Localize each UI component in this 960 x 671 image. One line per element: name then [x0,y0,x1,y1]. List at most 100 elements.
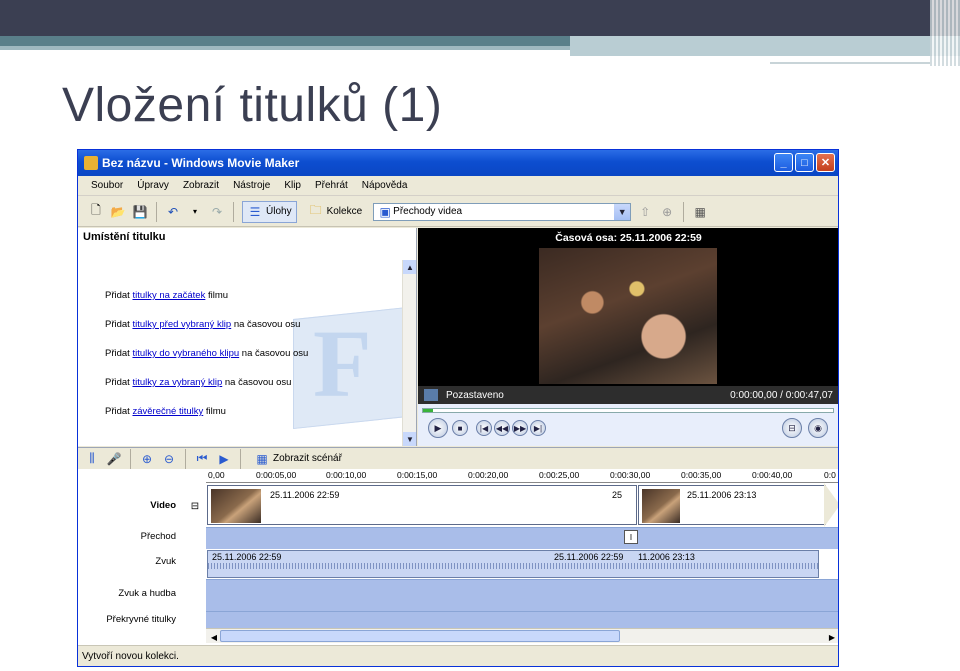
task-text: Přidat [105,290,133,301]
task-title-on-clip: Přidat titulky do vybraného klipu na čas… [105,348,308,359]
video-clip-2[interactable]: 25.11.2006 23:13 [638,485,826,525]
preview-controls: ▶ ■ |◀ ◀◀ ▶▶ ▶| ⊟ ◉ [418,404,838,446]
ruler-tick: 0:00:15,00 [397,470,438,480]
task-text: na časovou osu [239,348,309,359]
link-title-at-start[interactable]: titulky na začátek [132,290,205,301]
stop-icon[interactable]: ■ [452,420,468,436]
toolbar-separator [240,448,241,469]
toolbar-separator [233,201,234,222]
video-clip-1[interactable]: 25.11.2006 22:59 25 [207,485,637,525]
menu-prehrat[interactable]: Přehrát [308,180,355,191]
close-button[interactable]: ✕ [816,153,835,172]
rewind-timeline-icon[interactable]: ⏮ [194,451,210,467]
slide-accent-band [0,36,570,46]
minimize-button[interactable]: _ [774,153,793,172]
transition-marker[interactable]: I [624,530,638,544]
split-clip-icon[interactable]: ⊟ [782,418,802,438]
forward-icon[interactable]: ▶▶ [512,420,528,436]
slide-divider [770,62,930,64]
monitor-icon [424,389,438,401]
clip-label-tail: 25 [612,490,623,500]
track-labels: Video ⊟ Přechod Zvuk Zvuk a hudba Překry… [78,469,206,645]
task-text: filmu [203,406,226,417]
task-pane-scrollbar[interactable]: ▲ ▼ [402,260,416,446]
chevron-down-icon[interactable]: ▼ [614,203,631,220]
link-title-before-clip[interactable]: titulky před vybraný klip [132,319,231,330]
seek-bar[interactable] [422,408,834,413]
menu-nastroje[interactable]: Nástroje [226,180,277,191]
window-title: Bez názvu - Windows Movie Maker [102,156,300,170]
track-label-title-overlay: Překryvné titulky [106,614,176,625]
menu-zobrazit[interactable]: Zobrazit [176,180,226,191]
collections-label: Kolekce [326,206,363,217]
timeline-ruler[interactable]: 0,00 0:00:05,00 0:00:10,00 0:00:15,00 0:… [206,469,838,483]
window-titlebar[interactable]: Bez názvu - Windows Movie Maker _ □ ✕ [78,150,838,176]
scrollbar-thumb[interactable] [220,630,620,642]
undo-icon[interactable]: ↶ [165,204,181,220]
rewind-icon[interactable]: ◀◀ [494,420,510,436]
menu-soubor[interactable]: Soubor [84,180,130,191]
maximize-button[interactable]: □ [795,153,814,172]
link-title-on-clip[interactable]: titulky do vybraného klipu [132,348,239,359]
link-title-after-clip[interactable]: titulky za vybraný klip [132,377,222,388]
audio-waveform [208,563,818,569]
preview-monitor: Časová osa: 25.11.2006 22:59 Pozastaveno… [418,228,838,446]
task-text: Přidat [105,348,133,359]
collapse-icon[interactable]: ⊟ [187,498,203,514]
task-credits: Přidat závěrečné titulky filmu [105,406,226,417]
toolbar-separator [156,201,157,222]
collections-button[interactable]: 🗀 Kolekce [303,201,368,223]
previous-frame-icon[interactable]: |◀ [476,420,492,436]
track-label-audio-music: Zvuk a hudba [118,588,176,599]
tasks-label: Úlohy [266,206,292,217]
timeline-scrollbar[interactable]: ◀ ▶ [206,628,838,645]
ruler-tick: 0:00:20,00 [468,470,509,480]
narrate-icon[interactable]: 🎤 [106,451,122,467]
ruler-tick: 0:0 [824,470,836,480]
new-folder-icon[interactable]: ⊕ [659,204,675,220]
link-credits[interactable]: závěrečné titulky [132,406,203,417]
title-overlay-track [206,611,838,629]
new-project-icon[interactable]: 🗋 [88,203,104,220]
show-storyboard-label: Zobrazit scénář [273,453,342,464]
redo-icon[interactable]: ↷ [209,204,225,220]
playback-status: Pozastaveno [446,389,504,401]
tasks-button[interactable]: ☰ Úlohy [242,200,297,223]
pane-heading: Umístění titulku [83,231,166,243]
toolbar-separator [683,201,685,222]
up-level-icon[interactable]: ⇧ [637,204,653,220]
seek-bar-fill [423,409,433,412]
menu-napoveda[interactable]: Nápověda [355,180,415,191]
ruler-tick: 0:00:35,00 [681,470,722,480]
task-pane: Umístění titulku F Přidat titulky na zač… [78,228,417,446]
menu-upravy[interactable]: Úpravy [130,180,176,191]
menu-klip[interactable]: Klip [277,180,308,191]
undo-dropdown-icon[interactable]: ▾ [187,204,203,220]
play-icon[interactable]: ▶ [428,418,448,438]
collection-dropdown[interactable]: ▣ Přechody videa ▼ [373,202,632,221]
audio-clip-label: 25.11.2006 22:59 [212,552,282,562]
next-frame-icon[interactable]: ▶| [530,420,546,436]
clip-thumbnail [211,489,261,523]
views-icon[interactable]: ▦ [692,204,708,220]
scroll-down-icon[interactable]: ▼ [403,432,416,446]
tasks-icon: ☰ [249,204,261,219]
scroll-up-icon[interactable]: ▲ [403,260,416,274]
preview-status-bar: Pozastaveno 0:00:00,00 / 0:00:47,07 [418,386,838,404]
task-title-at-start: Přidat titulky na začátek filmu [105,290,228,301]
open-project-icon[interactable]: 📂 [110,204,126,220]
track-label-audio: Zvuk [155,556,176,567]
menubar: Soubor Úpravy Zobrazit Nástroje Klip Pře… [78,176,838,196]
scroll-right-icon[interactable]: ▶ [824,629,838,645]
audio-clip[interactable]: 25.11.2006 22:59 25.11.2006 22:59 11.200… [207,550,819,578]
save-project-icon[interactable]: 💾 [132,204,148,220]
play-timeline-icon[interactable]: ▶ [216,451,232,467]
ruler-tick: 0:00:25,00 [539,470,580,480]
snapshot-icon[interactable]: ◉ [808,418,828,438]
audio-music-track [206,579,838,611]
zoom-out-icon[interactable]: ⊖ [161,451,177,467]
zoom-in-icon[interactable]: ⊕ [139,451,155,467]
set-audio-levels-icon[interactable]: ⫼ [84,451,100,467]
show-storyboard-button[interactable]: ▦ Zobrazit scénář [249,448,347,470]
clip-label: 25.11.2006 23:13 [687,490,757,500]
